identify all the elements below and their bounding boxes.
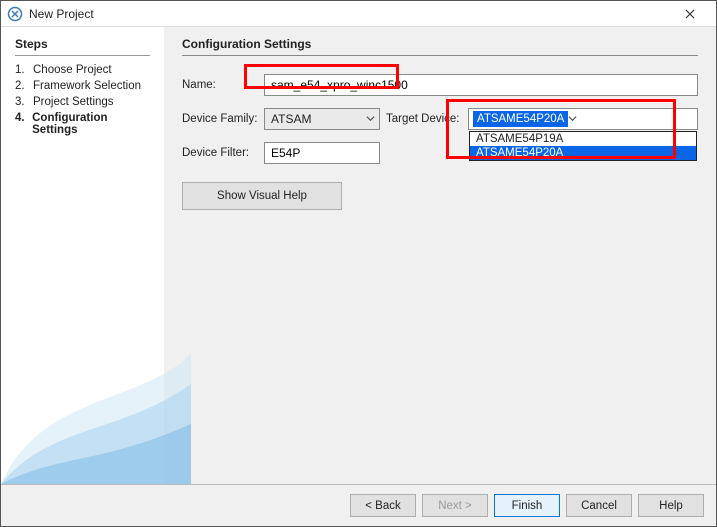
device-filter-input[interactable]	[264, 142, 380, 164]
device-family-label: Device Family:	[182, 113, 264, 125]
target-option-1[interactable]: ATSAME54P20A	[470, 146, 696, 160]
target-device-value: ATSAME54P20A	[473, 111, 568, 127]
next-button: Next >	[422, 494, 488, 517]
target-option-0[interactable]: ATSAME54P19A	[470, 132, 696, 146]
help-button[interactable]: Help	[638, 494, 704, 517]
app-icon	[7, 6, 23, 22]
steps-sidebar: Steps 1. Choose Project 2. Framework Sel…	[1, 27, 164, 484]
device-row: Device Family: ATSAM Target Device: ATSA…	[182, 108, 698, 130]
device-family-value: ATSAM	[271, 112, 311, 126]
steps-heading: Steps	[15, 37, 150, 51]
chevron-down-icon	[366, 112, 375, 126]
step-configuration-settings[interactable]: 4. Configuration Settings	[15, 112, 150, 136]
name-row: Name:	[182, 74, 698, 96]
config-heading: Configuration Settings	[182, 37, 698, 51]
target-device-dropdown[interactable]: ATSAME54P19A ATSAME54P20A	[469, 131, 697, 161]
back-button[interactable]: < Back	[350, 494, 416, 517]
decorative-swoosh	[1, 314, 191, 484]
show-visual-help-button[interactable]: Show Visual Help	[182, 182, 342, 210]
dialog-body: Steps 1. Choose Project 2. Framework Sel…	[1, 27, 716, 484]
dialog-footer: < Back Next > Finish Cancel Help	[1, 484, 716, 526]
target-device-select[interactable]: ATSAME54P20A ATSAME54P19A ATSAME54P20A	[468, 108, 698, 130]
device-family-select[interactable]: ATSAM	[264, 108, 380, 130]
chevron-down-icon	[568, 112, 577, 126]
name-input[interactable]	[264, 74, 698, 96]
new-project-window: New Project Steps 1. Choose Project 2. F…	[0, 0, 717, 527]
finish-button[interactable]: Finish	[494, 494, 560, 517]
name-label: Name:	[182, 79, 264, 91]
steps-divider	[15, 55, 150, 56]
target-device-label: Target Device:	[386, 113, 468, 125]
cancel-button[interactable]: Cancel	[566, 494, 632, 517]
close-button[interactable]	[670, 3, 710, 25]
step-project-settings[interactable]: 3. Project Settings	[15, 96, 150, 108]
titlebar: New Project	[1, 1, 716, 27]
step-framework-selection[interactable]: 2. Framework Selection	[15, 80, 150, 92]
config-panel: Configuration Settings Name: Device Fami…	[164, 27, 716, 484]
step-choose-project[interactable]: 1. Choose Project	[15, 64, 150, 76]
device-filter-label: Device Filter:	[182, 147, 264, 159]
window-title: New Project	[29, 7, 670, 21]
config-divider	[182, 55, 698, 56]
